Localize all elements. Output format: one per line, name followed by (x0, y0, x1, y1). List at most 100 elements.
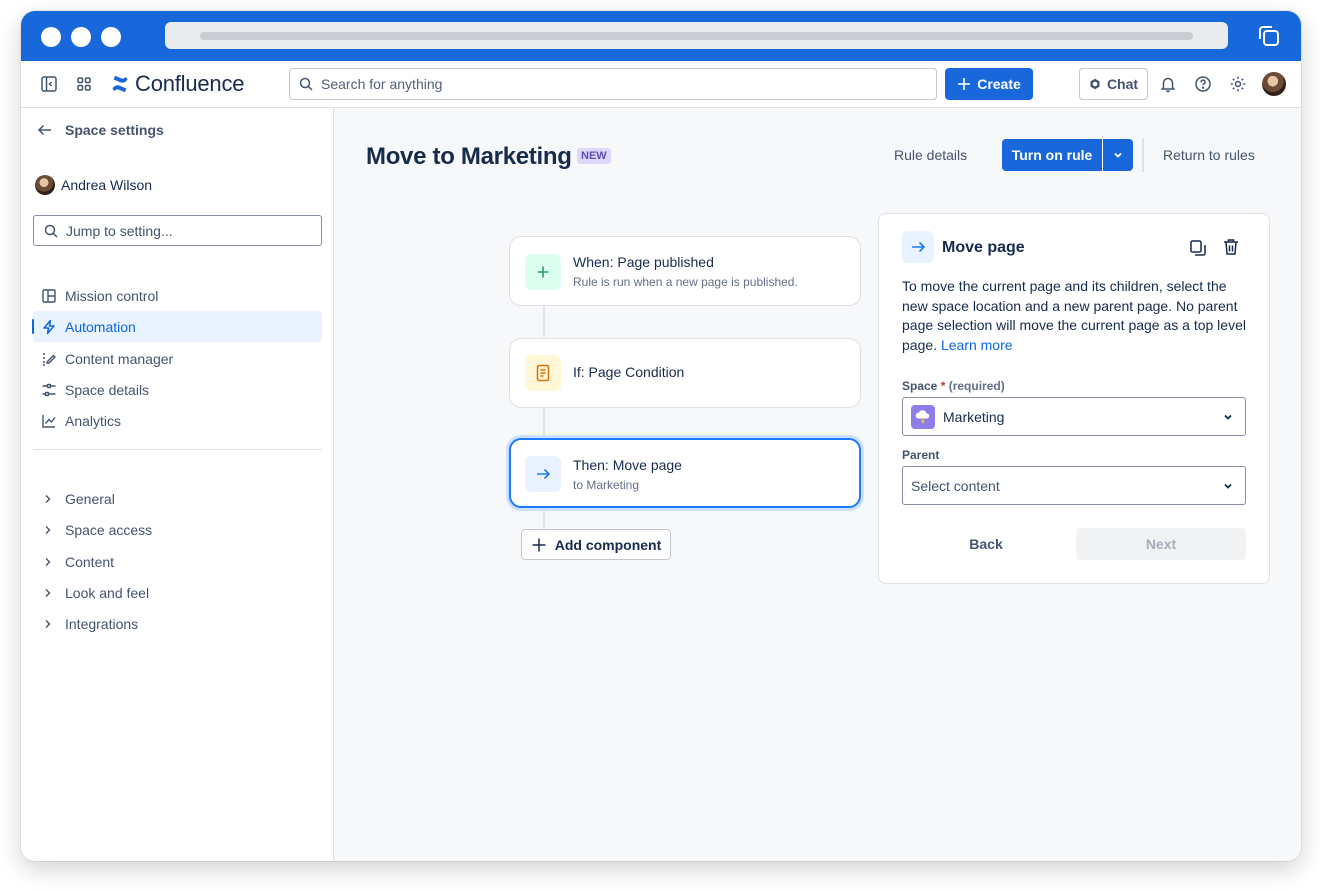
space-value: Marketing (943, 408, 1005, 425)
trigger-title: When: Page published (573, 254, 714, 270)
space-storm-icon (915, 409, 930, 425)
jump-to-setting-placeholder: Jump to setting... (66, 222, 173, 239)
rovo-chat-icon (1090, 78, 1100, 90)
new-badge: NEW (577, 148, 611, 164)
app-switcher-icon[interactable] (75, 75, 93, 93)
settings-sidebar: Space settings Andrea Wilson Jump to set… (21, 108, 334, 861)
sidebar-group-label: Look and feel (65, 584, 150, 601)
add-component-label: Add component (554, 536, 662, 553)
top-navigation: Confluence Search for anything Create Ch… (21, 61, 1301, 108)
jump-to-setting-input[interactable]: Jump to setting... (33, 215, 322, 246)
create-button[interactable]: Create (945, 68, 1033, 100)
page-icon (536, 364, 550, 382)
required-asterisk: * (940, 379, 946, 393)
turn-on-rule-button[interactable]: Turn on rule (1002, 139, 1102, 171)
sidebar-group-space-access[interactable]: Space access (33, 514, 322, 545)
sidebar-item-label: Content manager (65, 350, 174, 367)
panel-title: Move page (942, 239, 1025, 256)
chevron-right-icon (45, 525, 51, 534)
sidebar-item-automation[interactable]: Automation (32, 311, 322, 342)
search-icon (299, 77, 313, 91)
next-button[interactable]: Next (1076, 528, 1246, 560)
condition-title: If: Page Condition (573, 364, 685, 380)
header-divider (1142, 138, 1144, 172)
sidebar-toggle-icon[interactable] (40, 75, 58, 93)
sidebar-item-mission-control[interactable]: Mission control (33, 280, 322, 311)
layout-icon (42, 288, 56, 303)
action-node[interactable]: Then: Move page to Marketing (509, 438, 861, 508)
back-button[interactable]: Back (902, 528, 1070, 560)
sidebar-item-space-details[interactable]: Space details (33, 374, 322, 405)
flow-connector (543, 306, 545, 337)
chevron-right-icon (45, 494, 51, 503)
parent-select[interactable]: Select content (902, 466, 1246, 505)
sidebar-item-label: Mission control (65, 287, 159, 304)
sidebar-group-general[interactable]: General (33, 483, 322, 514)
window-maximize-dot[interactable] (101, 27, 121, 47)
action-title: Then: Move page (573, 457, 682, 473)
space-settings-label: Space settings (65, 122, 164, 138)
move-page-config-panel: Move page To move the current page and i… (878, 213, 1270, 584)
space-select[interactable]: Marketing (902, 397, 1246, 436)
sidebar-item-label: Analytics (65, 412, 122, 429)
confluence-logo[interactable]: Confluence (111, 71, 245, 97)
space-owner: Andrea Wilson (35, 175, 152, 195)
browser-titlebar (21, 11, 1301, 61)
window-close-dot[interactable] (41, 27, 61, 47)
flow-connector (543, 508, 545, 530)
sidebar-item-label: Automation (65, 318, 136, 335)
duplicate-icon[interactable] (1189, 239, 1207, 257)
main-content: Move to Marketing NEW Rule details Turn … (334, 108, 1301, 861)
arrow-right-icon (912, 241, 926, 253)
sidebar-item-analytics[interactable]: Analytics (33, 405, 322, 436)
arrow-right-icon (537, 468, 551, 480)
sidebar-group-label: Integrations (65, 615, 139, 632)
address-bar-placeholder (200, 32, 1193, 40)
user-avatar[interactable] (1262, 72, 1286, 96)
learn-more-link[interactable]: Learn more (941, 337, 1013, 353)
sidebar-group-integrations[interactable]: Integrations (33, 608, 322, 639)
condition-node[interactable]: If: Page Condition (509, 338, 861, 408)
space-settings-back-link[interactable]: Space settings (37, 122, 164, 138)
owner-avatar (35, 175, 55, 195)
chevron-right-icon (45, 588, 51, 597)
tabs-icon[interactable] (1257, 24, 1281, 48)
owner-name: Andrea Wilson (61, 177, 153, 193)
condition-icon-wrap (525, 355, 561, 391)
marketing-space-avatar (911, 404, 935, 429)
add-component-button[interactable]: Add component (521, 529, 671, 560)
search-icon (44, 224, 58, 238)
trigger-icon-wrap (525, 254, 561, 290)
return-to-rules-button[interactable]: Return to rules (1163, 147, 1255, 163)
rule-details-button[interactable]: Rule details (894, 147, 967, 163)
sidebar-group-content[interactable]: Content (33, 546, 322, 577)
window-minimize-dot[interactable] (71, 27, 91, 47)
trigger-node[interactable]: When: Page published Rule is run when a … (509, 236, 861, 306)
space-field-label: Space * (required) (902, 379, 1005, 393)
sidebar-group-label: Content (65, 553, 115, 570)
parent-field-label: Parent (902, 448, 940, 462)
address-bar[interactable] (165, 22, 1228, 49)
create-label: Create (977, 76, 1021, 92)
action-icon-wrap (525, 456, 561, 492)
turn-on-rule-split-button: Turn on rule (1002, 139, 1133, 171)
trash-icon[interactable] (1223, 238, 1239, 256)
turn-on-rule-menu-button[interactable] (1103, 139, 1133, 171)
sidebar-group-label: General (65, 490, 115, 507)
panel-icon-wrap (902, 231, 934, 263)
flow-connector (543, 406, 545, 437)
chevron-right-icon (45, 619, 51, 628)
chevron-down-icon (1224, 414, 1232, 420)
chevron-right-icon (45, 557, 51, 566)
content-manager-icon (43, 352, 56, 366)
global-search-input[interactable]: Search for anything (289, 68, 937, 100)
panel-description: To move the current page and its childre… (902, 277, 1248, 355)
settings-gear-icon[interactable] (1229, 75, 1247, 93)
chat-button[interactable]: Chat (1079, 68, 1148, 100)
sidebar-group-look-and-feel[interactable]: Look and feel (33, 577, 322, 608)
notifications-icon[interactable] (1159, 75, 1177, 93)
sidebar-item-content-manager[interactable]: Content manager (33, 343, 322, 374)
help-icon[interactable] (1194, 75, 1212, 93)
confluence-logo-icon (112, 75, 128, 93)
parent-placeholder: Select content (911, 477, 1000, 494)
